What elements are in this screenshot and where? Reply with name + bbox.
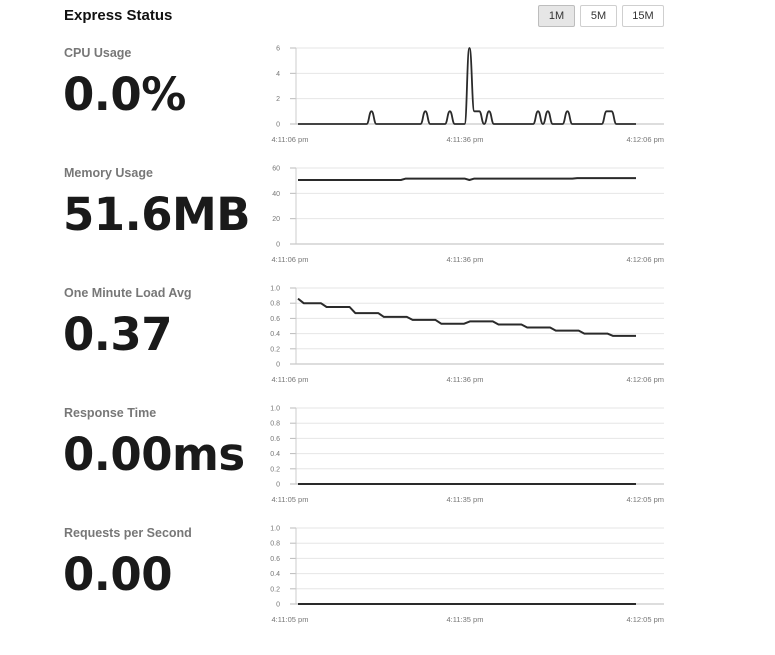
requests-per-second-label: Requests per Second [64,526,192,540]
x-tick-label: 4:12:05 pm [626,495,664,504]
y-tick-label: 0.2 [270,586,280,593]
x-tick-label: 4:11:36 pm [447,135,484,144]
page-title: Express Status [64,7,173,24]
x-tick-label: 4:12:06 pm [626,255,664,264]
range-5m-button[interactable]: 5M [580,5,617,27]
range-15m-button[interactable]: 15M [622,5,664,27]
x-tick-label: 4:11:06 pm [272,135,309,144]
y-tick-label: 0.2 [270,466,280,473]
x-tick-label: 4:11:05 pm [272,495,309,504]
response-time-label: Response Time [64,406,157,420]
load-avg-value: 0.37 [63,308,173,361]
cpu-usage-label: CPU Usage [64,46,132,60]
x-tick-label: 4:11:35 pm [447,615,484,624]
y-tick-label: 1.0 [270,406,280,413]
x-tick-label: 4:11:35 pm [447,495,484,504]
y-tick-label: 0.2 [270,346,280,353]
response-time-value: 0.00ms [63,428,245,481]
x-tick-label: 4:12:06 pm [626,375,664,384]
memory-usage-chart: 0 20 40 60 4:11:06 pm 4:11:36 pm 4:12:06 pm [272,166,664,264]
y-tick-label: 1.0 [270,526,280,533]
x-tick-label: 4:11:36 pm [447,375,484,384]
x-tick-label: 4:12:05 pm [626,615,664,624]
cpu-usage-chart: 0 2 4 6 4:11:06 pm 4:11:36 pm 4:12:06 pm [272,46,664,144]
x-tick-label: 4:11:06 pm [272,255,309,264]
y-tick-label: 0.8 [270,301,280,308]
requests-per-second-value: 0.00 [63,548,173,601]
cpu-usage-value: 0.0% [63,68,186,121]
y-tick-label: 0.4 [270,571,280,578]
memory-usage-value: 51.6MB [63,188,251,241]
response-time-chart: 0 0.2 0.4 0.6 0.8 1.0 4:11:05 pm 4:11:35 pm 4:12… [270,406,664,504]
y-tick-label: 0.4 [270,451,280,458]
y-tick-label: 4 [276,71,280,78]
y-tick-label: 1.0 [270,286,280,293]
y-tick-label: 0 [276,362,280,369]
time-range-selector: 1M 5M 15M [538,5,664,27]
series-line [297,297,636,337]
y-tick-label: 0 [276,482,280,489]
x-tick-label: 4:11:06 pm [272,375,309,384]
y-tick-label: 0.6 [270,436,280,443]
y-tick-label: 2 [276,96,280,103]
memory-usage-label: Memory Usage [64,166,153,180]
y-tick-label: 0 [276,122,280,129]
y-tick-label: 40 [272,191,280,198]
y-tick-label: 0 [276,602,280,609]
y-tick-label: 60 [272,166,280,173]
series-line [298,177,636,181]
y-tick-label: 0.4 [270,331,280,338]
y-tick-label: 0.6 [270,556,280,563]
y-tick-label: 0.8 [270,421,280,428]
x-tick-label: 4:11:36 pm [447,255,484,264]
y-tick-label: 20 [272,216,280,223]
load-avg-label: One Minute Load Avg [64,286,192,300]
y-tick-label: 0 [276,242,280,249]
y-tick-label: 6 [276,46,280,53]
y-tick-label: 0.8 [270,541,280,548]
range-1m-button[interactable]: 1M [538,5,575,27]
series-line [297,47,636,125]
x-tick-label: 4:12:06 pm [626,135,664,144]
requests-per-second-chart: 0 0.2 0.4 0.6 0.8 1.0 4:11:05 pm 4:11:35 pm 4:12… [270,526,664,624]
load-avg-chart: 0 0.2 0.4 0.6 0.8 1.0 4:11:06 pm 4:11:36 pm 4:12… [270,286,664,384]
x-tick-label: 4:11:05 pm [272,615,309,624]
y-tick-label: 0.6 [270,316,280,323]
